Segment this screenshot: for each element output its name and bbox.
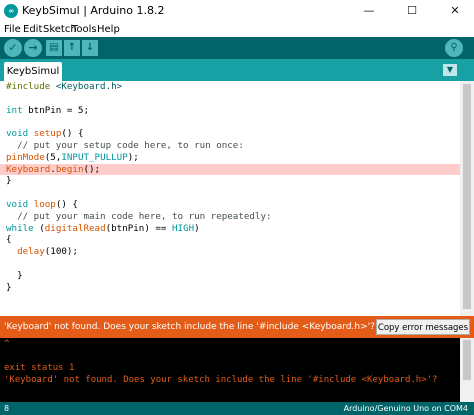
code-token: while xyxy=(6,222,34,234)
code-line: int btnPin = 5; xyxy=(0,105,460,117)
code-line: #include <Keyboard.h> xyxy=(0,81,460,93)
close-button[interactable]: ✕ xyxy=(440,0,470,22)
editor-scroll-thumb[interactable] xyxy=(463,84,471,309)
code-token: #include xyxy=(6,81,56,92)
code-token: INPUT_PULLUP xyxy=(61,151,128,163)
toolbar: ✓ → ▤ ↑ ↓ ⚲ xyxy=(0,37,474,59)
console-output: ^ exit status 1 'Keyboard' not found. Do… xyxy=(0,338,460,402)
code-line: // put your setup code here, to run once… xyxy=(0,140,460,152)
save-sketch-icon[interactable]: ↓ xyxy=(82,40,98,56)
code-token: void xyxy=(6,198,29,210)
code-line: void setup() { xyxy=(0,128,460,140)
code-line: while (digitalRead(btnPin) == HIGH) xyxy=(0,223,460,235)
code-line: pinMode(5,INPUT_PULLUP); xyxy=(0,152,460,164)
code-token: } xyxy=(6,281,12,293)
upload-icon[interactable]: → xyxy=(24,39,42,57)
code-token: loop xyxy=(33,198,56,210)
code-line: delay(100); xyxy=(0,246,460,258)
copy-error-messages-button[interactable]: Copy error messages xyxy=(376,319,470,335)
code-line: } xyxy=(0,175,460,187)
code-token: (100); xyxy=(44,246,78,258)
menu-tools[interactable]: Tools xyxy=(72,22,97,37)
code-line-error: Keyboard.begin(); xyxy=(0,163,460,176)
window-title: KeybSimul | Arduino 1.8.2 xyxy=(22,4,165,17)
code-token: (btnPin) == xyxy=(105,222,172,234)
code-line: void loop() { xyxy=(0,199,460,211)
bottom-status-bar: 8 Arduino/Genuino Uno on COM4 xyxy=(0,402,474,415)
code-token: pinMode xyxy=(6,151,45,163)
tab-bar: KeybSimul ▼ xyxy=(0,59,474,81)
code-token: // put your setup code here, to run once… xyxy=(6,139,244,151)
code-token: ); xyxy=(127,151,139,163)
tab-menu-dropdown-icon[interactable]: ▼ xyxy=(443,64,457,76)
console-line: ^ xyxy=(4,339,10,349)
code-editor[interactable]: #include <Keyboard.h> int btnPin = 5; vo… xyxy=(0,81,460,316)
menu-file[interactable]: File xyxy=(4,22,21,37)
line-number: 8 xyxy=(4,404,10,413)
code-token: void xyxy=(6,128,29,140)
tab-keybsimul[interactable]: KeybSimul xyxy=(4,62,62,81)
arduino-logo-icon: ∞ xyxy=(4,4,18,18)
code-token: } xyxy=(6,269,23,281)
code-token: ) xyxy=(194,222,200,234)
code-line: { xyxy=(0,234,460,246)
menu-edit[interactable]: Edit xyxy=(23,22,42,37)
code-token: HIGH xyxy=(172,222,195,234)
console-line: exit status 1 xyxy=(4,363,75,373)
code-token: setup xyxy=(33,128,62,140)
code-token: delay xyxy=(17,246,45,258)
verify-icon[interactable]: ✓ xyxy=(4,39,22,57)
editor-scrollbar[interactable] xyxy=(460,81,474,316)
error-status-bar: 'Keyboard' not found. Does your sketch i… xyxy=(0,316,474,338)
console-scrollbar[interactable] xyxy=(460,338,474,402)
menu-bar: File Edit Sketch Tools Help xyxy=(0,22,474,37)
code-token: { xyxy=(6,234,12,246)
board-port-info: Arduino/Genuino Uno on COM4 xyxy=(343,404,468,413)
new-sketch-icon[interactable]: ▤ xyxy=(46,40,62,56)
open-sketch-icon[interactable]: ↑ xyxy=(64,40,80,56)
code-token: begin xyxy=(55,163,84,175)
code-token: () { xyxy=(61,128,84,140)
code-line: // put your main code here, to run repea… xyxy=(0,211,460,223)
title-bar: ∞ KeybSimul | Arduino 1.8.2 — ☐ ✕ xyxy=(0,0,474,22)
maximize-button[interactable]: ☐ xyxy=(397,0,427,22)
code-token: Keyboard xyxy=(6,163,51,175)
error-message: 'Keyboard' not found. Does your sketch i… xyxy=(4,322,375,332)
console-line: 'Keyboard' not found. Does your sketch i… xyxy=(4,375,438,385)
code-token: } xyxy=(6,175,12,187)
code-token: () { xyxy=(55,198,78,210)
menu-help[interactable]: Help xyxy=(97,22,120,37)
code-line: } xyxy=(0,270,460,282)
code-token: ( xyxy=(33,222,45,234)
console-scroll-thumb[interactable] xyxy=(463,340,471,380)
minimize-button[interactable]: — xyxy=(354,0,384,22)
code-token: // put your main code here, to run repea… xyxy=(6,210,272,222)
code-token: btnPin = 5; xyxy=(22,104,89,116)
code-token: <Keyboard.h> xyxy=(55,81,123,92)
code-line: } xyxy=(0,282,460,294)
code-token: (); xyxy=(83,163,101,175)
code-token: digitalRead xyxy=(44,222,106,234)
code-token: int xyxy=(6,104,23,116)
serial-monitor-icon[interactable]: ⚲ xyxy=(445,39,463,57)
code-token: (5, xyxy=(44,151,62,163)
